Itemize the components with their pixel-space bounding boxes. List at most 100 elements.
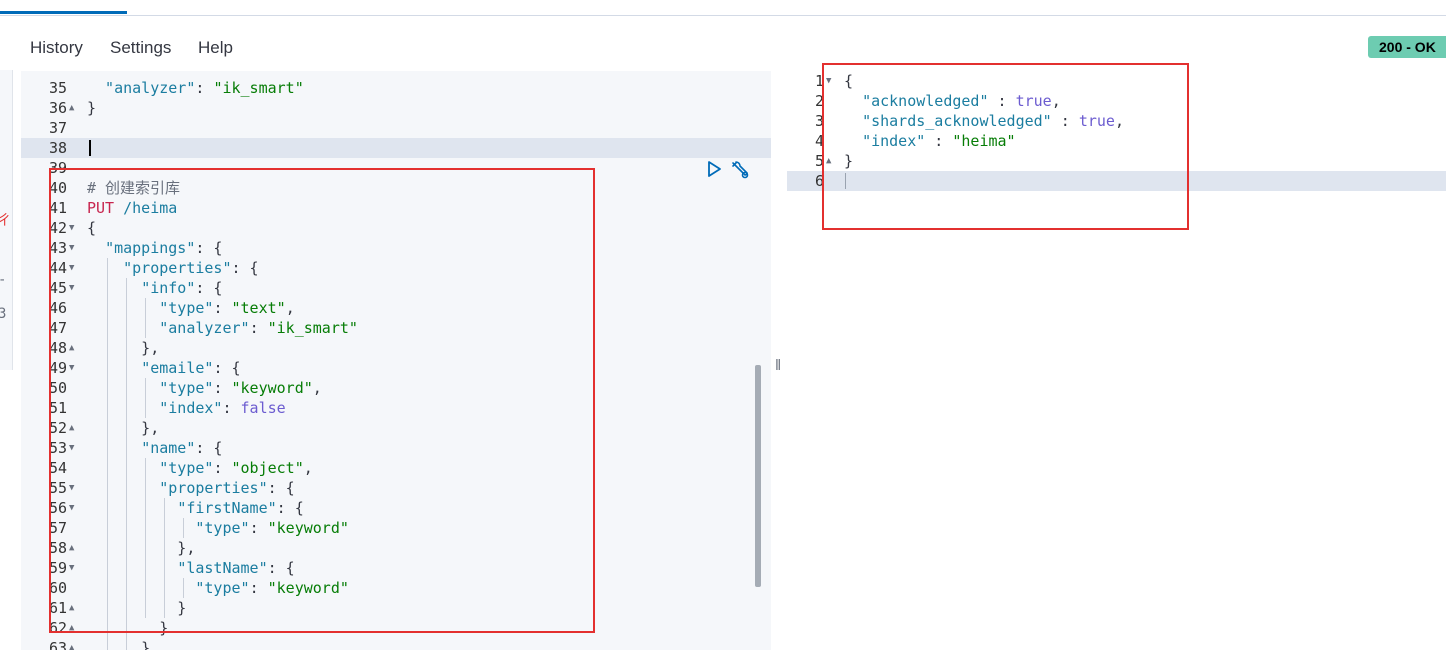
code-token: : <box>988 92 1016 110</box>
code-token: }, <box>87 419 160 437</box>
code-token: # 创建索引库 <box>87 179 181 197</box>
line-number: 35 <box>48 79 67 97</box>
code-token: , <box>1051 92 1061 110</box>
pane-divider[interactable]: ‖ <box>771 71 787 650</box>
fold-close-icon[interactable]: ▲ <box>69 618 74 638</box>
code-token: "keyword" <box>231 379 313 397</box>
code-token: }, <box>87 339 160 357</box>
code-line: "firstName": { <box>87 498 303 518</box>
fold-open-icon[interactable]: ▼ <box>69 498 74 518</box>
code-token: "index" <box>159 399 223 417</box>
edge-glyph: ㄔ <box>0 213 11 229</box>
code-token: "ik_smart" <box>267 319 358 337</box>
line-number: 46 <box>48 299 67 317</box>
status-badge: 200 - OK <box>1368 36 1446 58</box>
fold-close-icon[interactable]: ▲ <box>69 98 74 118</box>
fold-close-icon[interactable]: ▲ <box>69 598 74 618</box>
code-token: : { <box>231 259 259 277</box>
fold-close-icon[interactable]: ▲ <box>826 151 831 171</box>
code-token: : { <box>195 439 223 457</box>
response-editor[interactable]: 1 ▼ 2 3 4 5 ▲ 6 { "acknowledged" : true, "shard… <box>787 71 1446 650</box>
code-token: "properties" <box>123 259 232 277</box>
line-number: 37 <box>48 119 67 137</box>
line-number: 59 <box>48 559 67 577</box>
fold-close-icon[interactable]: ▲ <box>69 538 74 558</box>
menu-help[interactable]: Help <box>198 38 233 58</box>
request-scrollbar[interactable] <box>755 365 761 587</box>
line-number: 42 <box>48 219 67 237</box>
play-icon[interactable] <box>706 160 724 178</box>
menu-settings[interactable]: Settings <box>110 38 171 58</box>
indent-guide <box>145 298 146 338</box>
indent-guide <box>183 578 184 598</box>
fold-open-icon[interactable]: ▼ <box>69 438 74 458</box>
active-tab-indicator[interactable] <box>0 11 127 14</box>
line-number: 39 <box>48 159 67 177</box>
line-number: 49 <box>48 359 67 377</box>
code-token: "type" <box>159 459 214 477</box>
code-token: "type" <box>159 379 214 397</box>
request-editor[interactable]: 35 36 ▲ 37 38 39 40 41 42 ▼ 43 ▼ 44 ▼ 45 ▼ 46 47 48 ▲ 49 ▼ 50 5… <box>21 71 771 650</box>
line-number: 43 <box>48 239 67 257</box>
code-line: # 创建索引库 <box>87 178 180 198</box>
fold-open-icon[interactable]: ▼ <box>69 558 74 578</box>
response-gutter: 1 ▼ 2 3 4 5 ▲ 6 <box>787 71 841 650</box>
code-token: }, <box>87 539 196 557</box>
fold-close-icon[interactable]: ▲ <box>69 418 74 438</box>
code-token: : <box>213 299 232 317</box>
line-number: 48 <box>48 339 67 357</box>
code-token: "lastName" <box>177 559 268 577</box>
fold-close-icon[interactable]: ▲ <box>69 638 74 650</box>
code-token: "analyzer" <box>159 319 250 337</box>
fold-open-icon[interactable]: ▼ <box>69 238 74 258</box>
code-token: "text" <box>231 299 286 317</box>
code-token: : <box>249 579 268 597</box>
code-token: } <box>844 152 854 170</box>
code-token: "acknowledged" <box>862 92 989 110</box>
code-token: { <box>87 219 97 237</box>
fold-open-icon[interactable]: ▼ <box>826 71 831 91</box>
code-token: PUT <box>87 199 115 217</box>
menu-history[interactable]: History <box>30 38 83 58</box>
fold-open-icon[interactable]: ▼ <box>69 218 74 238</box>
response-code-area[interactable]: { "acknowledged" : true, "shards_acknowl… <box>840 71 1446 650</box>
code-line: } <box>87 598 186 618</box>
line-number: 3 <box>814 112 824 130</box>
fold-close-icon[interactable]: ▲ <box>69 338 74 358</box>
code-line: } <box>844 151 853 171</box>
fold-open-icon[interactable]: ▼ <box>69 258 74 278</box>
resize-handle-icon[interactable]: ‖ <box>775 357 781 374</box>
line-number: 45 <box>48 279 67 297</box>
code-token: "info" <box>141 279 196 297</box>
code-token: } <box>87 599 187 617</box>
code-line: "analyzer": "ik_smart" <box>87 78 304 98</box>
wrench-icon[interactable] <box>730 160 749 179</box>
line-number: 62 <box>48 619 67 637</box>
code-line: } <box>87 638 150 650</box>
line-number: 4 <box>814 132 824 150</box>
line-number: 38 <box>48 139 67 157</box>
line-number: 50 <box>48 379 67 397</box>
request-code-area[interactable]: "analyzer": "ik_smart"} # 创建索引库 PUT /heima… <box>83 71 771 650</box>
request-gutter: 35 36 ▲ 37 38 39 40 41 42 ▼ 43 ▼ 44 ▼ 45 ▼ 46 47 48 ▲ 49 ▼ 50 5… <box>21 71 83 650</box>
code-line: { <box>87 218 96 238</box>
fold-open-icon[interactable]: ▼ <box>69 478 74 498</box>
fold-open-icon[interactable]: ▼ <box>69 358 74 378</box>
code-token: "type" <box>195 519 250 537</box>
indent-guide <box>145 458 146 618</box>
code-line: PUT /heima <box>87 198 177 218</box>
code-line: }, <box>87 418 159 438</box>
code-token: "mappings" <box>105 239 196 257</box>
fold-open-icon[interactable]: ▼ <box>69 278 74 298</box>
line-number: 54 <box>48 459 67 477</box>
code-line: "index" : "heima" <box>844 131 1016 151</box>
line-number: 58 <box>48 539 67 557</box>
code-line: "type": "text", <box>87 298 294 318</box>
code-token: false <box>240 399 286 417</box>
